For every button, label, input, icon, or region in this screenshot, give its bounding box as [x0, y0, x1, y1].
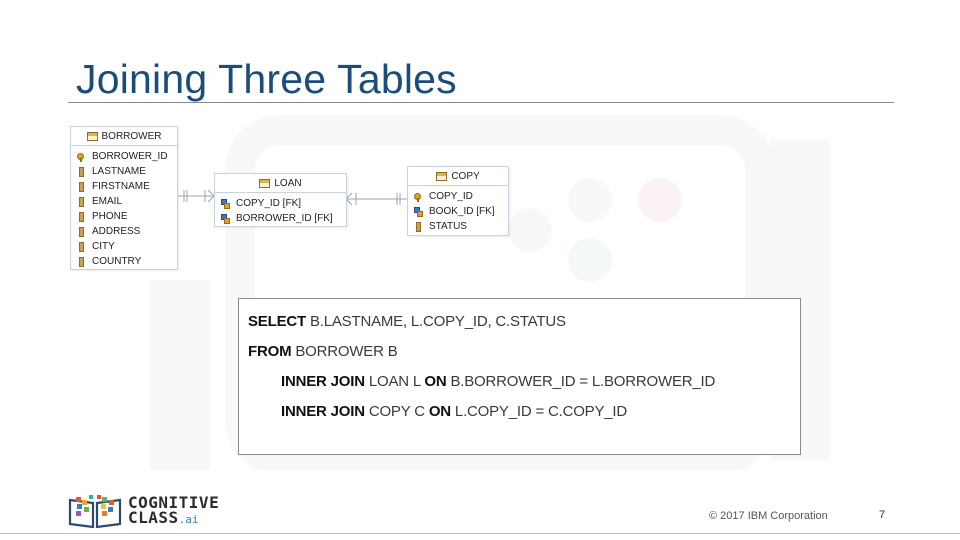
- column-name: BOOK_ID [FK]: [429, 206, 495, 217]
- logo-line-class: CLASS.ai: [128, 510, 219, 527]
- sql-line-join-copy: INNER JOIN COPY C ON L.COPY_ID = C.COPY_…: [281, 403, 627, 420]
- column-name: ADDRESS: [92, 226, 141, 237]
- logo-wordmark: COGNITIVE CLASS.ai: [128, 495, 219, 527]
- sql-line-select: SELECT B.LASTNAME, L.COPY_ID, C.STATUS: [248, 313, 566, 330]
- borrower-table: BORROWER BORROWER_ID LASTNAME FIRSTNAME …: [70, 126, 178, 270]
- foreign-key-icon: [221, 213, 230, 224]
- sql-text: LOAN L: [368, 373, 421, 390]
- table-icon: [436, 171, 448, 181]
- column-icon: [416, 221, 421, 232]
- borrower-column-row: COUNTRY: [71, 254, 177, 269]
- sql-line-from: FROM BORROWER B: [248, 343, 398, 360]
- table-icon: [86, 131, 98, 141]
- slide: Joining Three Tables BORROWER BORROWER_I…: [0, 0, 960, 540]
- sql-query-box: SELECT B.LASTNAME, L.COPY_ID, C.STATUS F…: [238, 298, 801, 455]
- primary-key-icon: [414, 192, 423, 202]
- borrower-column-row: EMAIL: [71, 194, 177, 209]
- sql-text: COPY C: [368, 403, 425, 420]
- borrower-table-name: BORROWER: [101, 130, 162, 142]
- page-number: 7: [879, 509, 886, 521]
- sql-keyword: INNER JOIN: [281, 373, 365, 390]
- sql-text: BORROWER B: [295, 343, 398, 360]
- column-name: BORROWER_ID [FK]: [236, 213, 333, 224]
- loan-column-row: BORROWER_ID [FK]: [215, 211, 346, 226]
- copy-table-header: COPY: [408, 167, 508, 186]
- open-book-icon: [68, 495, 122, 528]
- borrower-column-row: CITY: [71, 239, 177, 254]
- sql-keyword: ON: [428, 403, 451, 420]
- column-name: PHONE: [92, 211, 128, 222]
- relationship-connectors: [178, 189, 407, 206]
- column-icon: [79, 241, 84, 252]
- column-icon: [79, 226, 84, 237]
- copyright-notice: © 2017 IBM Corporation: [709, 510, 828, 522]
- copy-table: COPY COPY_ID BOOK_ID [FK] STATUS: [407, 166, 509, 236]
- loan-column-row: COPY_ID [FK]: [215, 196, 346, 211]
- sql-keyword: INNER JOIN: [281, 403, 365, 420]
- primary-key-icon: [77, 152, 86, 162]
- column-icon: [79, 211, 84, 222]
- foreign-key-icon: [221, 198, 230, 209]
- column-name: STATUS: [429, 221, 467, 232]
- sql-line-join-loan: INNER JOIN LOAN L ON B.BORROWER_ID = L.B…: [281, 373, 715, 390]
- logo-ai-suffix: .ai: [178, 513, 199, 526]
- sql-keyword: FROM: [248, 343, 292, 360]
- copy-table-name: COPY: [451, 170, 480, 182]
- cognitive-class-logo: COGNITIVE CLASS.ai: [68, 494, 219, 528]
- sql-text: B.LASTNAME, L.COPY_ID, C.STATUS: [309, 313, 566, 330]
- borrower-column-row: BORROWER_ID: [71, 149, 177, 164]
- column-icon: [79, 256, 84, 267]
- logo-class-text: CLASS: [128, 508, 179, 527]
- loan-table-name: LOAN: [274, 177, 302, 189]
- borrower-column-row: LASTNAME: [71, 164, 177, 179]
- borrower-column-row: PHONE: [71, 209, 177, 224]
- column-name: LASTNAME: [92, 166, 146, 177]
- column-name: COPY_ID: [429, 191, 473, 202]
- loan-table-header: LOAN: [215, 174, 346, 193]
- column-name: COUNTRY: [92, 256, 142, 267]
- borrower-column-row: ADDRESS: [71, 224, 177, 239]
- column-icon: [79, 196, 84, 207]
- copy-column-row: COPY_ID: [408, 189, 508, 204]
- footer-divider: [0, 533, 960, 540]
- column-icon: [79, 166, 84, 177]
- loan-table: LOAN COPY_ID [FK] BORROWER_ID [FK]: [214, 173, 347, 227]
- sql-text: L.COPY_ID = C.COPY_ID: [454, 403, 628, 420]
- column-name: CITY: [92, 241, 115, 252]
- sql-text: B.BORROWER_ID = L.BORROWER_ID: [450, 373, 716, 390]
- borrower-column-row: FIRSTNAME: [71, 179, 177, 194]
- column-name: BORROWER_ID: [92, 151, 168, 162]
- column-name: EMAIL: [92, 196, 123, 207]
- table-icon: [259, 178, 271, 188]
- copy-column-row: STATUS: [408, 219, 508, 234]
- column-icon: [79, 181, 84, 192]
- sql-keyword: SELECT: [248, 313, 306, 330]
- copy-column-row: BOOK_ID [FK]: [408, 204, 508, 219]
- column-name: FIRSTNAME: [92, 181, 150, 192]
- sql-keyword: ON: [424, 373, 447, 390]
- foreign-key-icon: [414, 206, 423, 217]
- column-name: COPY_ID [FK]: [236, 198, 302, 209]
- borrower-table-header: BORROWER: [71, 127, 177, 146]
